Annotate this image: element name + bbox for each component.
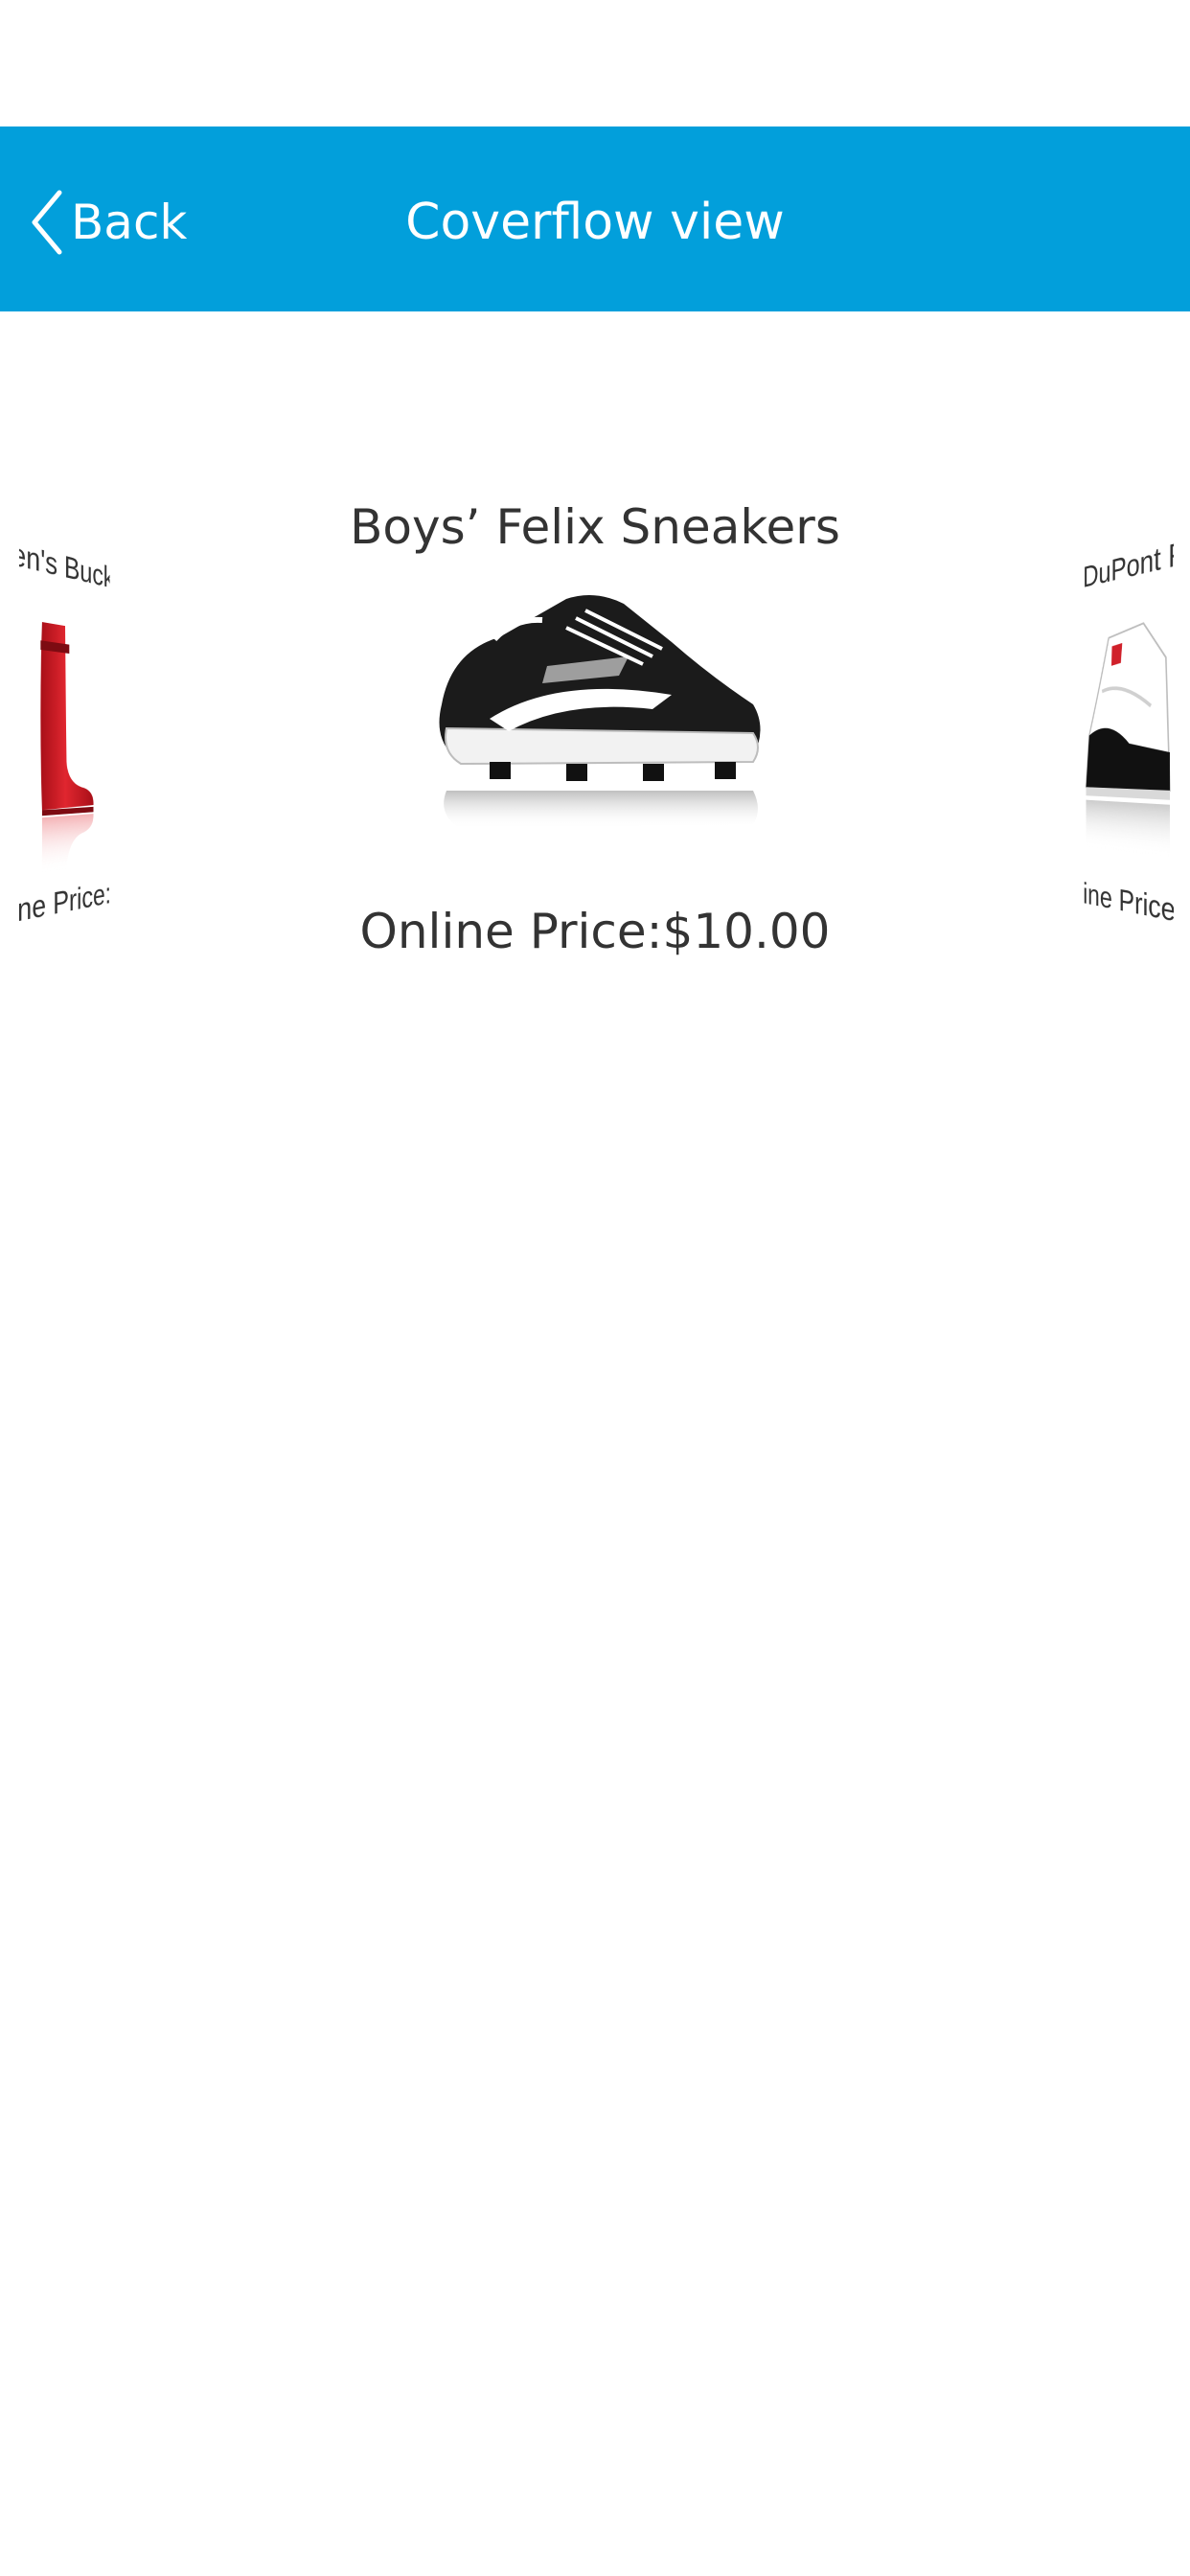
page-title: Coverflow view [405,194,785,251]
coverflow-item-right[interactable]: DuPont F Sn ine Price:$15 [1083,532,1174,982]
status-bar-area [0,0,1190,126]
red-boot-image [19,599,110,886]
item-title: DuPont F Sn [1083,532,1174,595]
item-title: en's Buckle B [19,535,110,603]
coverflow-item-left[interactable]: en's Buckle B [19,532,110,982]
item-price: Online Price:$10.00 [359,904,831,959]
coverflow-carousel[interactable]: en's Buckle B [0,311,1190,1078]
high-top-sneaker-image [1083,599,1174,886]
navigation-bar: Back Coverflow view [0,126,1190,311]
item-title: Boys’ Felix Sneakers [350,499,840,555]
coverflow-item-center[interactable]: Boys’ Felix Sneakers Online Price:$10.00 [287,494,903,965]
sneaker-image [423,561,767,886]
